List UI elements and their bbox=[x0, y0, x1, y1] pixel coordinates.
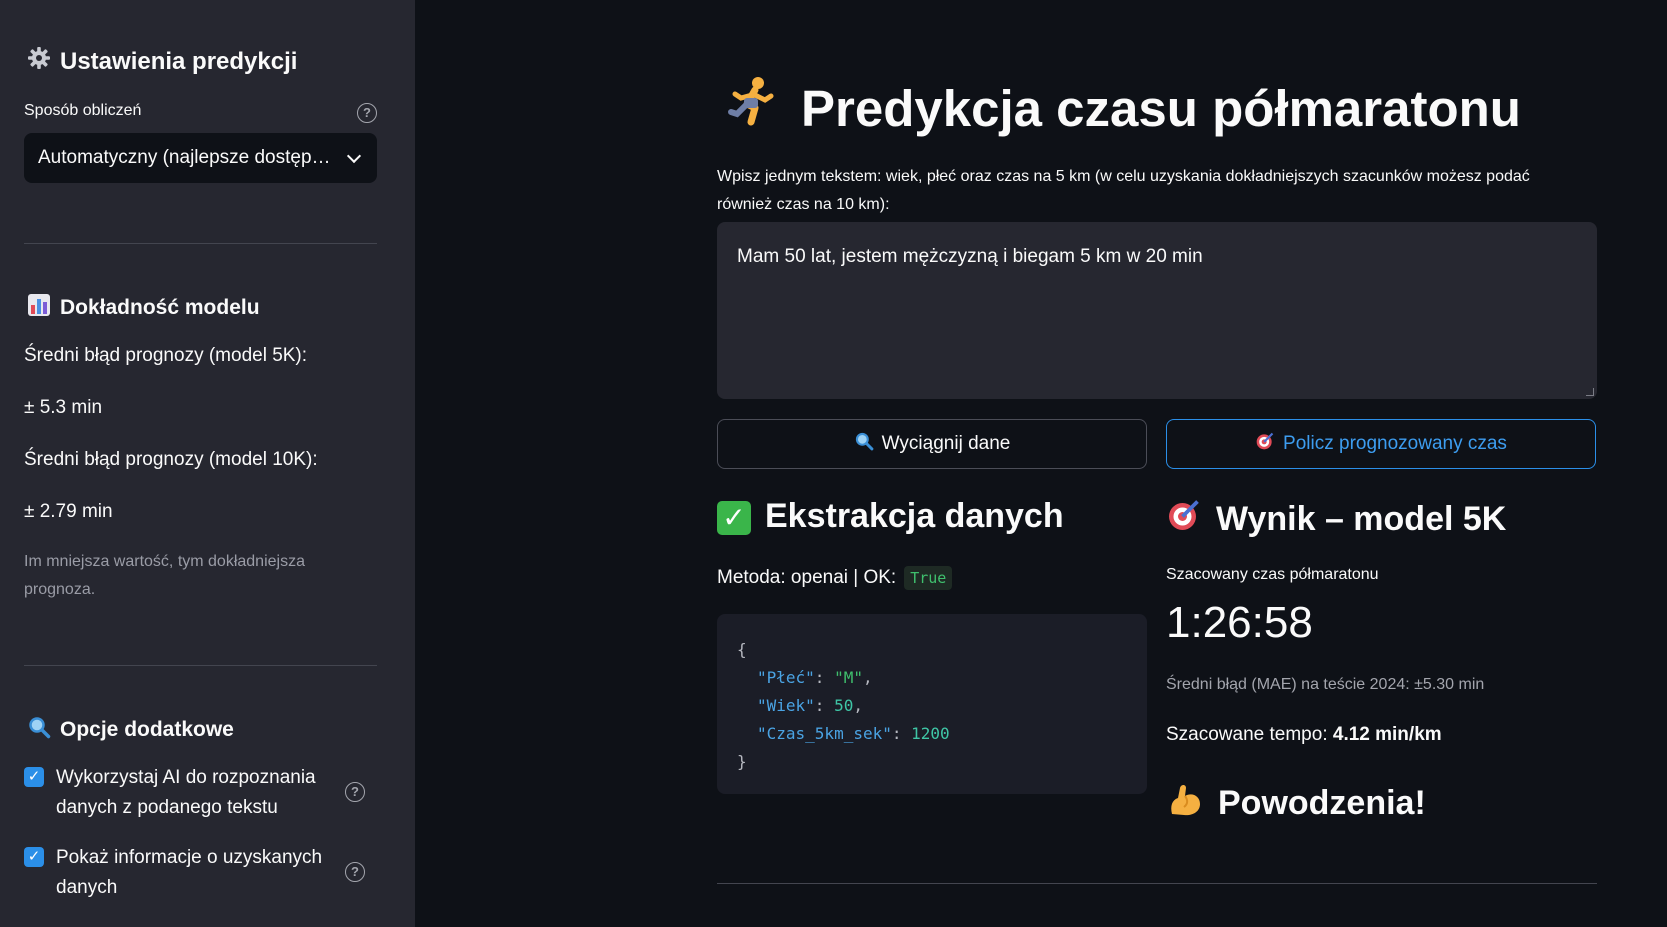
main-divider bbox=[717, 883, 1597, 884]
json-field: "Płeć": "M", bbox=[757, 668, 873, 687]
ok-value: True bbox=[904, 566, 953, 590]
extraction-header: ✓ Ekstrakcja danych bbox=[717, 497, 1064, 536]
instructions: Wpisz jednym tekstem: wiek, płeć oraz cz… bbox=[717, 168, 1530, 213]
description-textarea[interactable]: Mam 50 lat, jestem mężczyzną i biegam 5 … bbox=[717, 222, 1597, 399]
accuracy-header: Dokładność modelu bbox=[26, 293, 260, 323]
tempo-label: Szacowane tempo: bbox=[1166, 724, 1328, 745]
chevron-down-icon bbox=[346, 148, 362, 164]
sidebar: Ustawienia predykcji Sposób obliczeń ? A… bbox=[0, 0, 415, 927]
method-text: Metoda: openai | OK: bbox=[717, 567, 897, 588]
estimated-time-value: 1:26:58 bbox=[1166, 598, 1313, 647]
settings-header: Ustawienia predykcji bbox=[26, 46, 297, 77]
extract-data-label: Wyciągnij dane bbox=[881, 433, 1011, 454]
resize-handle-icon[interactable] bbox=[1586, 388, 1594, 396]
json-code-block: { "Płeć": "M", "Wiek": 50, "Czas_5km_sek… bbox=[717, 614, 1147, 794]
bar-chart-icon bbox=[26, 293, 52, 323]
checkbox-checked-icon[interactable]: ✓ bbox=[24, 847, 44, 867]
target-icon bbox=[1255, 431, 1275, 457]
result-title: Wynik – model 5K bbox=[1216, 500, 1507, 538]
good-luck-text: Powodzenia! bbox=[1218, 784, 1426, 822]
option-info-label: Pokaż informacje o uzyskanych danych bbox=[56, 847, 323, 898]
mae-note: Średni błąd (MAE) na teście 2024: ±5.30 … bbox=[1166, 676, 1485, 693]
page-title-text: Predykcja czasu półmaratonu bbox=[801, 80, 1521, 137]
result-header: Wynik – model 5K bbox=[1166, 497, 1506, 542]
json-brace-close: } bbox=[737, 752, 747, 771]
method-select[interactable]: Automatyczny (najlepsze dostępne) bbox=[24, 133, 377, 183]
accuracy-note: Im mniejsza wartość, tym dokładniejsza p… bbox=[24, 553, 305, 598]
help-icon[interactable]: ? bbox=[345, 782, 365, 802]
tempo-value: 4.12 min/km bbox=[1332, 724, 1442, 745]
mae-5k-label: Średni błąd prognozy (model 5K): bbox=[24, 345, 308, 366]
target-icon bbox=[1166, 497, 1202, 542]
checkbox-checked-icon[interactable]: ✓ bbox=[24, 767, 44, 787]
estimated-time-label: Szacowany czas półmaratonu bbox=[1166, 566, 1379, 583]
sidebar-divider bbox=[24, 243, 377, 244]
runner-icon bbox=[725, 74, 781, 143]
help-icon[interactable]: ? bbox=[357, 103, 377, 123]
help-icon[interactable]: ? bbox=[345, 862, 365, 882]
method-line: Metoda: openai | OK: True bbox=[717, 566, 953, 590]
mae-10k-label: Średni błąd prognozy (model 10K): bbox=[24, 449, 318, 470]
textarea-value: Mam 50 lat, jestem mężczyzną i biegam 5 … bbox=[737, 246, 1203, 267]
settings-title: Ustawienia predykcji bbox=[60, 47, 298, 75]
option-info-checkbox-row[interactable]: ✓ Pokaż informacje o uzyskanych danych bbox=[24, 843, 326, 903]
page-title: Predykcja czasu półmaratonu bbox=[725, 74, 1521, 143]
magnifier-icon bbox=[26, 715, 52, 745]
main-content: Predykcja czasu półmaratonu Wpisz jednym… bbox=[415, 0, 1667, 927]
extract-data-button[interactable]: Wyciągnij dane bbox=[717, 419, 1147, 469]
mae-5k-value: ± 5.3 min bbox=[24, 397, 103, 418]
extra-options-title: Opcje dodatkowe bbox=[60, 718, 234, 741]
method-label: Sposób obliczeń bbox=[24, 102, 142, 119]
method-select-value: Automatyczny (najlepsze dostępne) bbox=[38, 147, 331, 168]
predict-time-label: Policz prognozowany czas bbox=[1283, 433, 1507, 454]
option-ai-label: Wykorzystaj AI do rozpoznania danych z p… bbox=[56, 767, 316, 818]
gear-icon bbox=[26, 46, 52, 77]
json-field: "Wiek": 50, bbox=[757, 696, 863, 715]
mae-10k-value: ± 2.79 min bbox=[24, 501, 113, 522]
magnifier-icon bbox=[854, 431, 874, 457]
sidebar-divider bbox=[24, 665, 377, 666]
extra-options-header: Opcje dodatkowe bbox=[26, 715, 234, 745]
predict-time-button[interactable]: Policz prognozowany czas bbox=[1166, 419, 1596, 469]
accuracy-title: Dokładność modelu bbox=[60, 296, 260, 319]
good-luck-header: Powodzenia! bbox=[1166, 780, 1426, 827]
option-ai-checkbox-row[interactable]: ✓ Wykorzystaj AI do rozpoznania danych z… bbox=[24, 763, 326, 823]
check-mark-icon: ✓ bbox=[717, 497, 751, 536]
json-field: "Czas_5km_sek": 1200 bbox=[757, 724, 950, 743]
tempo-line: Szacowane tempo: 4.12 min/km bbox=[1166, 724, 1442, 746]
extraction-title: Ekstrakcja danych bbox=[765, 497, 1064, 535]
flexed-biceps-icon bbox=[1166, 780, 1204, 827]
json-brace-open: { bbox=[737, 640, 747, 659]
